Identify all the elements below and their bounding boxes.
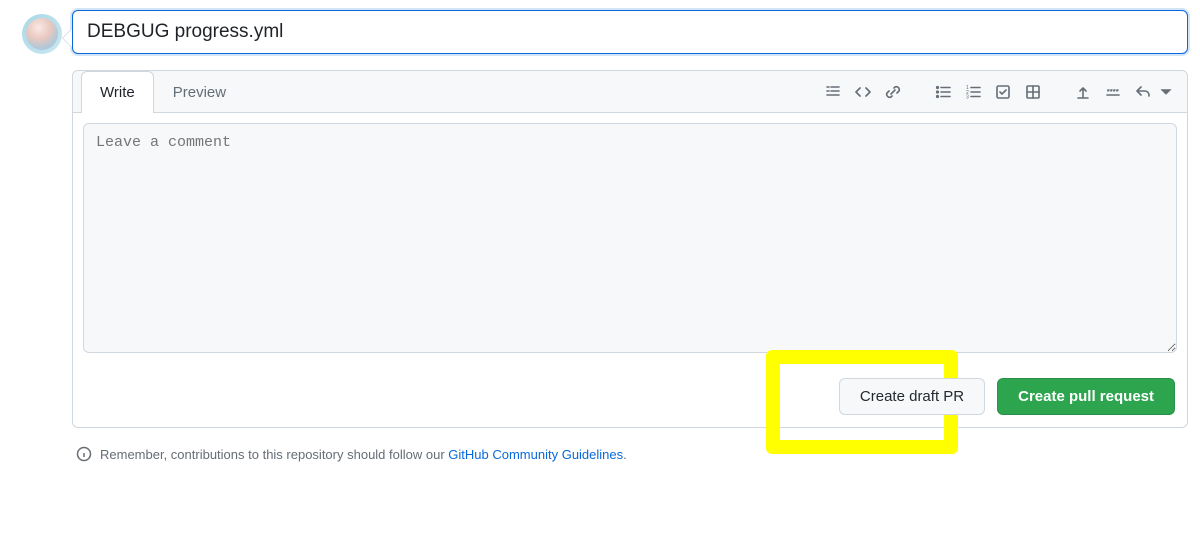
reply-icon[interactable] xyxy=(1129,77,1157,107)
quote-icon[interactable] xyxy=(819,77,847,107)
info-icon xyxy=(76,446,92,462)
table-icon[interactable] xyxy=(1019,77,1047,107)
pr-title-input[interactable] xyxy=(72,10,1188,54)
footer-suffix: . xyxy=(623,447,627,462)
link-icon[interactable] xyxy=(879,77,907,107)
tab-row: Write Preview xyxy=(73,71,1187,113)
svg-text:3: 3 xyxy=(966,94,969,100)
attach-icon[interactable] xyxy=(1069,77,1097,107)
tab-write[interactable]: Write xyxy=(81,71,154,113)
code-icon[interactable] xyxy=(849,77,877,107)
guidelines-link[interactable]: GitHub Community Guidelines xyxy=(448,447,623,462)
formatting-toolbar: 123 xyxy=(819,77,1179,107)
footer-text: Remember, contributions to this reposito… xyxy=(100,447,448,462)
task-list-icon[interactable] xyxy=(989,77,1017,107)
unordered-list-icon[interactable] xyxy=(929,77,957,107)
speech-carat xyxy=(62,28,72,48)
avatar[interactable] xyxy=(22,14,62,54)
comment-box: Write Preview xyxy=(72,70,1188,428)
caret-down-icon[interactable] xyxy=(1159,77,1173,107)
tab-preview[interactable]: Preview xyxy=(154,71,245,113)
ordered-list-icon[interactable]: 123 xyxy=(959,77,987,107)
comment-textarea[interactable] xyxy=(83,123,1177,353)
create-pull-request-button[interactable]: Create pull request xyxy=(997,378,1175,415)
footer-note: Remember, contributions to this reposito… xyxy=(72,446,1188,462)
create-draft-pr-button[interactable]: Create draft PR xyxy=(839,378,985,415)
saved-replies-icon[interactable] xyxy=(1099,77,1127,107)
